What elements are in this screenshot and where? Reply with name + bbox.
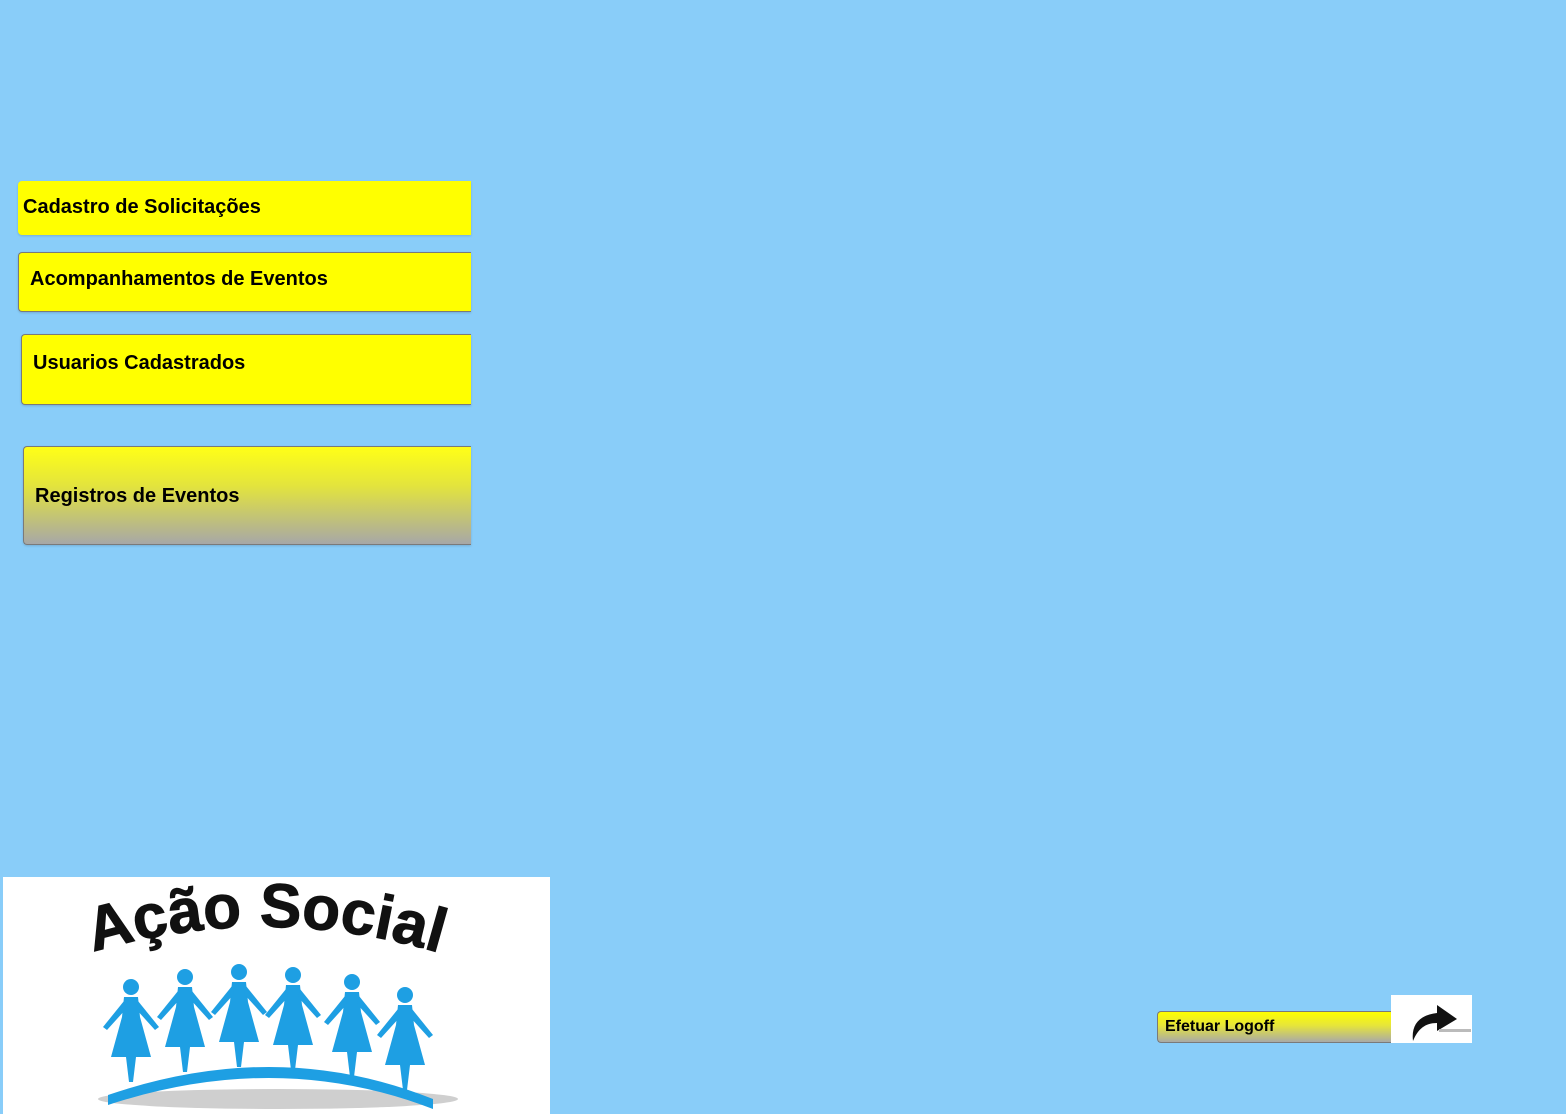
forward-arrow-icon bbox=[1412, 1005, 1471, 1041]
logoff-label: Efetuar Logoff bbox=[1165, 1018, 1275, 1035]
acompanhamentos-eventos-button[interactable]: Acompanhamentos de Eventos bbox=[18, 252, 471, 312]
registros-eventos-label: Registros de Eventos bbox=[35, 485, 240, 507]
acao-social-logo-graphic: Ação Social bbox=[79, 877, 458, 1109]
svg-text:Ação Social: Ação Social bbox=[79, 877, 454, 966]
cadastro-solicitacoes-button[interactable]: Cadastro de Solicitações bbox=[18, 181, 471, 235]
logoff-button[interactable]: Efetuar Logoff bbox=[1157, 1011, 1393, 1043]
logoff-icon-button[interactable] bbox=[1391, 995, 1472, 1043]
acompanhamentos-eventos-label: Acompanhamentos de Eventos bbox=[30, 267, 328, 290]
main-screen: { "menu": { "items": [ {"id": "cadastro"… bbox=[0, 0, 1566, 1114]
usuarios-cadastrados-button[interactable]: Usuarios Cadastrados bbox=[21, 334, 471, 405]
registros-eventos-button[interactable]: Registros de Eventos bbox=[23, 446, 471, 545]
cadastro-solicitacoes-label: Cadastro de Solicitações bbox=[23, 195, 261, 218]
usuarios-cadastrados-label: Usuarios Cadastrados bbox=[33, 352, 246, 374]
acao-social-logo: Ação Social bbox=[3, 877, 550, 1114]
